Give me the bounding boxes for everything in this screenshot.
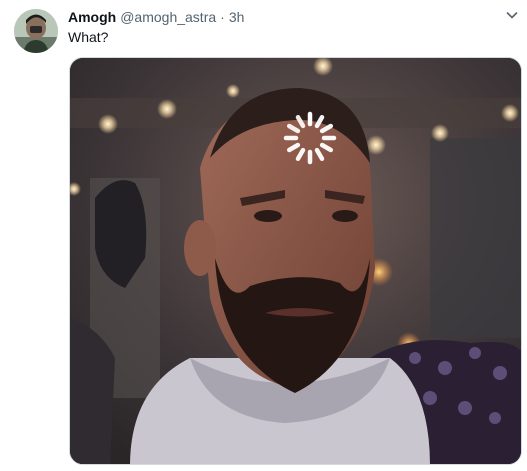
avatar[interactable] [14, 9, 58, 53]
loading-spinner-icon [283, 111, 337, 165]
more-options-button[interactable] [501, 4, 523, 26]
tweet-card[interactable]: Amogh @amogh_astra · 3h What? [0, 0, 527, 471]
author-name[interactable]: Amogh [68, 9, 116, 25]
tweet-timestamp[interactable]: 3h [229, 9, 245, 25]
separator-dot: · [220, 9, 225, 25]
chevron-down-icon [506, 12, 518, 19]
avatar-image [14, 9, 58, 53]
author-handle[interactable]: @amogh_astra [120, 9, 216, 25]
tweet-media[interactable] [69, 57, 522, 465]
tweet-header: Amogh @amogh_astra · 3h [68, 8, 244, 26]
tweet-text: What? [68, 29, 109, 45]
